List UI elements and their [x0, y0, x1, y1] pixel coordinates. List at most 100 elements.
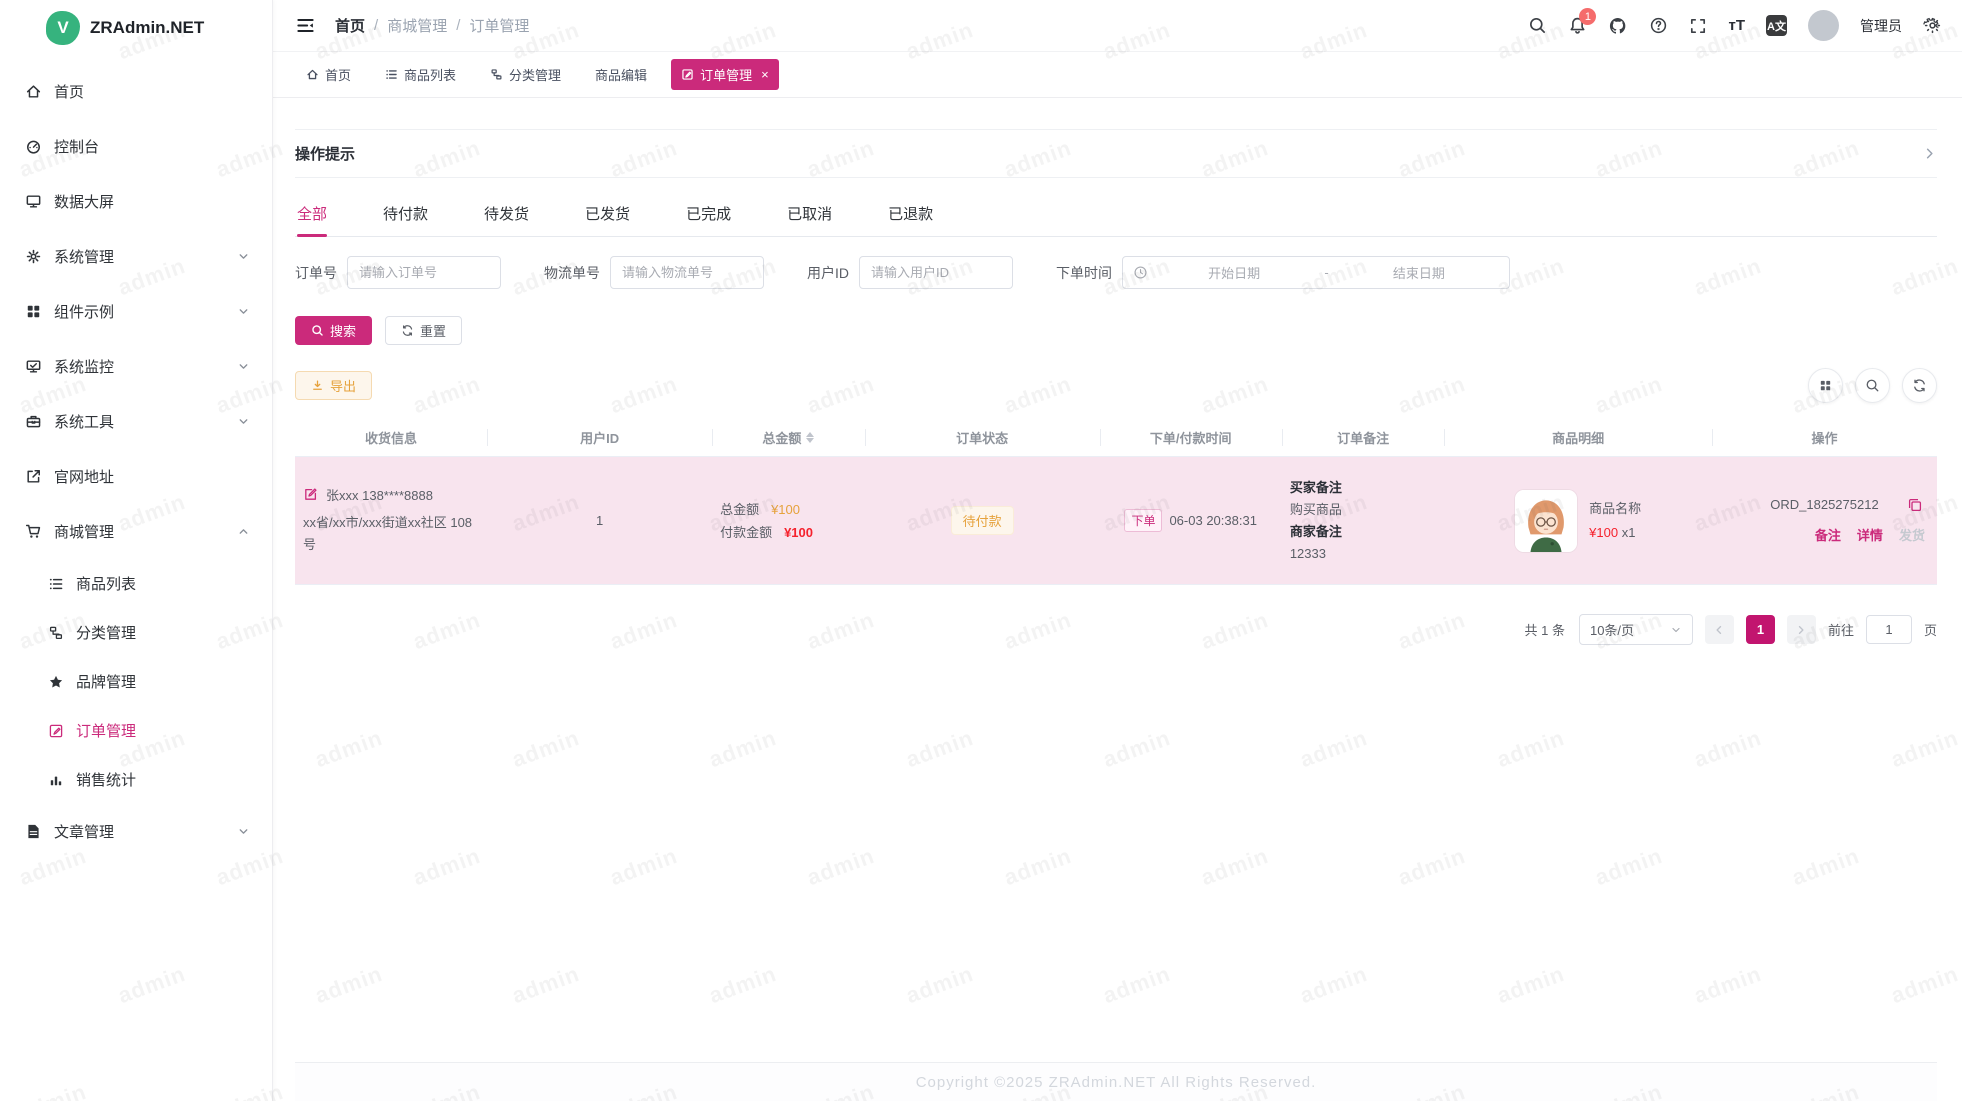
- tracking-no-input[interactable]: [610, 256, 764, 289]
- screen-icon: [25, 193, 42, 210]
- cell-receiver: 张xxx 138****8888 xx省/xx市/xxx街道xx社区 108号: [295, 475, 487, 566]
- notification-bell-icon[interactable]: 1: [1568, 16, 1587, 35]
- table-refresh-icon[interactable]: [1902, 368, 1937, 403]
- cell-amount: 总金额¥100 付款金额¥100: [712, 488, 865, 554]
- page-size-select[interactable]: 10条/页: [1579, 614, 1693, 645]
- status-tab-shipped[interactable]: 已发货: [585, 194, 630, 236]
- column-header-status: 订单状态: [865, 419, 1100, 456]
- view-tab-product-list[interactable]: 商品列表: [375, 59, 466, 90]
- settings-gear-icon[interactable]: [1923, 16, 1942, 35]
- export-button[interactable]: 导出: [295, 371, 372, 400]
- sidebar-item-articles[interactable]: 文章管理: [0, 804, 272, 859]
- sidebar-item-mall[interactable]: 商城管理: [0, 504, 272, 559]
- next-page-button[interactable]: [1787, 615, 1816, 644]
- ship-action[interactable]: 发货: [1899, 525, 1925, 544]
- detail-action[interactable]: 详情: [1857, 525, 1883, 544]
- reset-button[interactable]: 重置: [385, 316, 462, 345]
- view-tab-home[interactable]: 首页: [296, 59, 361, 90]
- order-no-input[interactable]: [347, 256, 501, 289]
- chevron-right-icon: [1922, 146, 1937, 161]
- sidebar-item-datascreen[interactable]: 数据大屏: [0, 174, 272, 229]
- view-tab-orders[interactable]: 订单管理 ×: [671, 59, 779, 90]
- paid-amount-value: ¥100: [784, 521, 813, 544]
- product-image[interactable]: [1515, 490, 1577, 552]
- column-header-remarks: 订单备注: [1282, 419, 1445, 456]
- copy-icon[interactable]: [1907, 497, 1923, 513]
- help-icon[interactable]: [1649, 16, 1668, 35]
- edit-pen-icon[interactable]: [303, 487, 318, 502]
- breadcrumb-mall[interactable]: 商城管理: [387, 15, 447, 36]
- prev-page-button[interactable]: [1705, 615, 1734, 644]
- view-tab-category[interactable]: 分类管理: [480, 59, 571, 90]
- view-tab-product-edit[interactable]: 商品编辑: [585, 59, 657, 90]
- sidebar-item-sales-stats[interactable]: 销售统计: [0, 755, 272, 804]
- admin-username[interactable]: 管理员: [1860, 16, 1902, 36]
- view-tab-label: 首页: [325, 65, 351, 84]
- sidebar-item-website[interactable]: 官网地址: [0, 449, 272, 504]
- total-amount-value: ¥100: [771, 498, 800, 521]
- page-content: 操作提示 全部 待付款 待发货 已发货 已完成 已取消 已退款 订单号 物流单号…: [273, 98, 1962, 1101]
- close-icon[interactable]: ×: [761, 68, 769, 81]
- app-logo[interactable]: V ZRAdmin.NET: [0, 0, 272, 56]
- breadcrumb-home[interactable]: 首页: [335, 15, 365, 36]
- view-tab-label: 商品列表: [404, 65, 456, 84]
- github-icon[interactable]: [1608, 16, 1628, 36]
- document-icon: [25, 823, 42, 840]
- status-tab-refunded[interactable]: 已退款: [888, 194, 933, 236]
- current-page-button[interactable]: 1: [1746, 615, 1775, 644]
- sidebar-collapse-icon[interactable]: [296, 16, 315, 35]
- sidebar-item-home[interactable]: 首页: [0, 64, 272, 119]
- sidebar-item-tools[interactable]: 系统工具: [0, 394, 272, 449]
- receiver-name-phone: 张xxx 138****8888: [326, 485, 433, 504]
- search-button[interactable]: 搜索: [295, 316, 372, 345]
- table-row[interactable]: 张xxx 138****8888 xx省/xx市/xxx街道xx社区 108号 …: [295, 457, 1937, 585]
- end-date-placeholder[interactable]: 结束日期: [1339, 263, 1499, 282]
- edit-square-icon: [48, 723, 64, 739]
- cell-product: 商品名称 ¥100 x1: [1444, 480, 1712, 562]
- sidebar-item-label: 组件示例: [54, 301, 114, 322]
- sidebar-item-product-list[interactable]: 商品列表: [0, 559, 272, 608]
- seller-remark-value: 12333: [1290, 543, 1437, 565]
- status-tab-completed[interactable]: 已完成: [686, 194, 731, 236]
- sidebar-item-components[interactable]: 组件示例: [0, 284, 272, 339]
- fullscreen-icon[interactable]: [1689, 17, 1707, 35]
- status-tab-all[interactable]: 全部: [297, 194, 327, 236]
- bar-chart-icon: [48, 772, 64, 788]
- column-header-user-id: 用户ID: [487, 419, 712, 456]
- buyer-remark-label: 买家备注: [1290, 477, 1437, 499]
- sidebar-item-monitor[interactable]: 系统监控: [0, 339, 272, 394]
- goto-page-input[interactable]: [1866, 615, 1912, 644]
- order-no: ORD_1825275212: [1770, 497, 1878, 512]
- sidebar-item-category[interactable]: 分类管理: [0, 608, 272, 657]
- home-icon: [306, 68, 319, 81]
- language-icon[interactable]: A文: [1766, 15, 1787, 36]
- table-search-icon[interactable]: [1855, 368, 1890, 403]
- sidebar-item-orders[interactable]: 订单管理: [0, 706, 272, 755]
- sidebar-item-brand[interactable]: 品牌管理: [0, 657, 272, 706]
- search-icon[interactable]: [1528, 16, 1547, 35]
- user-id-input[interactable]: [859, 256, 1013, 289]
- status-tab-cancelled[interactable]: 已取消: [787, 194, 832, 236]
- breadcrumb-orders[interactable]: 订单管理: [469, 15, 529, 36]
- main-area: 首页 / 商城管理 / 订单管理 1 ᴛT A文 管理员: [273, 0, 1962, 1101]
- logo-letter: V: [57, 18, 68, 38]
- column-settings-icon[interactable]: [1808, 368, 1843, 403]
- sidebar-item-label: 系统监控: [54, 356, 114, 377]
- date-range-picker[interactable]: 开始日期 - 结束日期: [1122, 256, 1510, 289]
- sort-carets-icon[interactable]: [806, 432, 814, 443]
- avatar[interactable]: [1808, 10, 1839, 41]
- order-no-label: 订单号: [295, 263, 337, 283]
- font-size-icon[interactable]: ᴛT: [1728, 17, 1745, 34]
- remark-action[interactable]: 备注: [1815, 525, 1841, 544]
- column-header-receiver: 收货信息: [295, 419, 487, 456]
- grid-icon: [25, 303, 42, 320]
- sidebar-item-dashboard[interactable]: 控制台: [0, 119, 272, 174]
- chevron-down-icon: [237, 825, 250, 838]
- sidebar-item-system-admin[interactable]: 系统管理: [0, 229, 272, 284]
- status-tab-pending-payment[interactable]: 待付款: [383, 194, 428, 236]
- operation-tip-panel[interactable]: 操作提示: [295, 129, 1937, 178]
- cell-time: 下单 06-03 20:38:31: [1100, 499, 1282, 542]
- start-date-placeholder[interactable]: 开始日期: [1154, 263, 1314, 282]
- view-tab-label: 商品编辑: [595, 65, 647, 84]
- status-tab-pending-shipment[interactable]: 待发货: [484, 194, 529, 236]
